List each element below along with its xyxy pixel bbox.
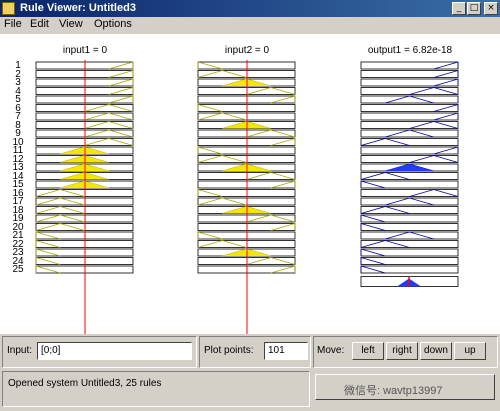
rule-cell	[360, 78, 459, 87]
title-bar: Rule Viewer: Untitled3 _ □ ×	[0, 0, 500, 17]
rule-plot-svg[interactable]	[0, 34, 500, 334]
rule-cell	[360, 155, 459, 163]
move-up-button[interactable]: up	[454, 342, 486, 360]
rule-cell	[360, 240, 459, 248]
rule-cell	[360, 70, 459, 78]
menu-file[interactable]: File	[4, 18, 22, 30]
rule-cell	[360, 231, 459, 240]
status-text: Opened system Untitled3, 25 rules	[8, 378, 162, 389]
move-left-button[interactable]: left	[352, 342, 384, 360]
rule-plot-area[interactable]: input1 = 0 input2 = 0 output1 = 6.82e-18…	[0, 34, 500, 334]
plot-points-field[interactable]: 101	[264, 342, 308, 360]
rule-cell	[360, 146, 459, 155]
maximize-button[interactable]: □	[467, 2, 481, 15]
plot-points-label: Plot points:	[204, 345, 254, 356]
menu-bar: File Edit View Options	[0, 17, 500, 33]
close-button[interactable]: ×	[484, 2, 498, 15]
menu-edit[interactable]: Edit	[30, 18, 49, 30]
rule-cell	[360, 206, 459, 214]
rule-cell	[360, 121, 459, 129]
rule-cell	[360, 172, 459, 180]
window-title: Rule Viewer: Untitled3	[20, 2, 136, 14]
rule-cell	[360, 95, 459, 104]
rule-cell	[360, 129, 459, 138]
rule-cell	[360, 138, 459, 146]
rule-cell	[360, 248, 459, 257]
rule-cell	[360, 112, 459, 121]
status-frame	[2, 371, 310, 407]
rule-cell	[360, 214, 459, 223]
menu-view[interactable]: View	[59, 18, 83, 30]
input-label: Input:	[7, 345, 33, 356]
rule-cell	[360, 189, 459, 197]
rule-cell	[360, 180, 459, 189]
move-label: Move:	[317, 345, 345, 356]
rule-cell	[360, 87, 459, 95]
rule-cell	[360, 197, 459, 206]
move-right-button[interactable]: right	[386, 342, 418, 360]
move-down-button[interactable]: down	[420, 342, 452, 360]
input-field[interactable]: [0;0]	[37, 342, 192, 360]
watermark-text: 微信号: wavtp13997	[344, 385, 443, 397]
rule-cell	[360, 61, 459, 70]
rule-cell	[360, 257, 459, 265]
rule-cell	[360, 265, 459, 274]
app-icon	[2, 2, 15, 15]
rule-cell	[360, 223, 459, 231]
minimize-button[interactable]: _	[452, 2, 466, 15]
rule-cell	[360, 104, 459, 112]
control-panel: Input: [0;0] Plot points: 101 Move: left…	[0, 334, 500, 411]
menu-options[interactable]: Options	[94, 18, 132, 30]
